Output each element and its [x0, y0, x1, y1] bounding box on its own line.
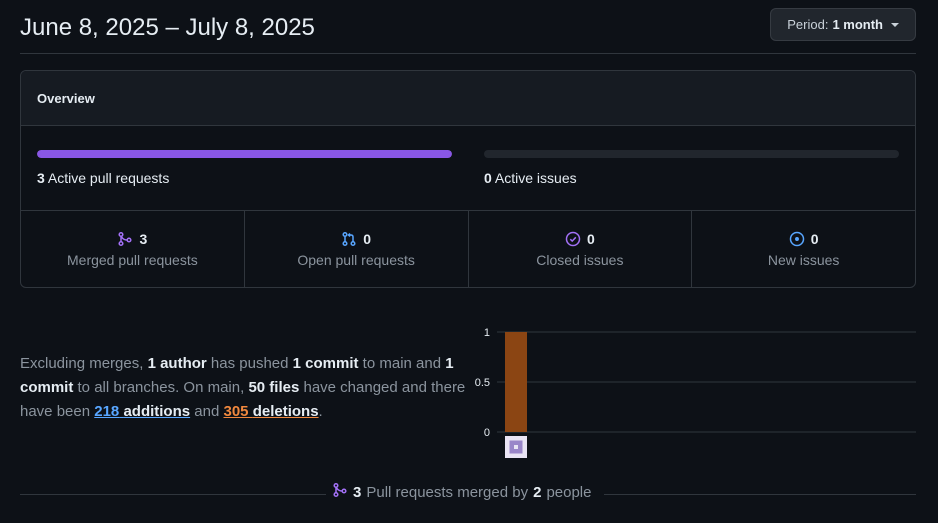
activity-bars: 3 Active pull requests 0 Active issues — [21, 126, 915, 211]
active-pull-requests-text: Active pull requests — [47, 170, 170, 186]
summary-text: to main and — [358, 355, 446, 372]
merged-pull-requests-summary[interactable]: 3 Pull requests merged by 2 people — [326, 482, 598, 502]
merged-pull-requests-count: 3 — [139, 231, 148, 247]
commits-main-count: 1 commit — [292, 355, 359, 372]
new-issues-count: 0 — [810, 231, 819, 247]
period-prefix: Period: — [787, 17, 829, 32]
issue-closed-icon — [565, 231, 581, 247]
identicon-icon — [505, 436, 527, 458]
closed-issues-count: 0 — [586, 231, 595, 247]
stat-merged-pull-requests[interactable]: 3 Merged pull requests — [21, 211, 245, 287]
summary-text: to all branches. On main, — [73, 379, 249, 396]
page-header: June 8, 2025 – July 8, 2025 Period: 1 mo… — [20, 0, 916, 54]
additions-link[interactable]: 218 additions — [94, 403, 190, 420]
stat-new-issues[interactable]: 0 New issues — [692, 211, 915, 287]
active-pull-requests-count: 3 — [37, 170, 45, 186]
issues-progress-track — [484, 150, 899, 158]
closed-issues-label: Closed issues — [536, 252, 624, 268]
active-issues[interactable]: 0 Active issues — [484, 150, 899, 186]
chevron-down-icon — [891, 22, 899, 27]
y-tick-label: 0.5 — [475, 377, 490, 389]
merged-pr-count: 3 — [353, 483, 362, 501]
footer-divider-left — [20, 494, 328, 495]
stats-row: 3 Merged pull requests 0 Open pull reque… — [21, 211, 915, 287]
active-issues-label: 0 Active issues — [484, 170, 899, 186]
summary-text: Excluding merges, — [20, 355, 148, 372]
active-issues-text: Active issues — [494, 170, 577, 186]
commit-summary: Excluding merges, 1 author has pushed 1 … — [20, 352, 475, 424]
summary-text: . — [318, 403, 323, 420]
author-count: 1 author — [147, 355, 207, 372]
period-value: 1 month — [832, 17, 883, 32]
merge-icon — [117, 231, 133, 247]
merge-icon — [332, 482, 348, 502]
additions-count: 218 — [94, 403, 120, 420]
y-tick-label: 1 — [484, 327, 490, 339]
people-text: people — [546, 483, 592, 501]
open-pull-requests-label: Open pull requests — [297, 252, 415, 268]
active-issues-count: 0 — [484, 170, 492, 186]
avatar[interactable] — [505, 436, 527, 458]
stat-open-pull-requests[interactable]: 0 Open pull requests — [245, 211, 469, 287]
summary-text: has pushed — [206, 355, 293, 372]
active-pull-requests[interactable]: 3 Active pull requests — [37, 150, 452, 186]
pull-request-icon — [341, 231, 357, 247]
period-dropdown-button[interactable]: Period: 1 month — [770, 8, 916, 41]
y-tick-label: 0 — [484, 427, 490, 439]
open-pull-requests-count: 0 — [363, 231, 372, 247]
merged-by-text: Pull requests merged by — [366, 483, 529, 501]
new-issues-label: New issues — [767, 252, 840, 268]
files-changed-count: 50 files — [248, 379, 300, 396]
deletions-word: deletions — [252, 403, 319, 420]
pull-requests-progress-track — [37, 150, 452, 158]
deletions-count: 305 — [223, 403, 249, 420]
pull-requests-progress-fill — [37, 150, 452, 158]
overview-title: Overview — [21, 71, 915, 126]
overview-panel: Overview 3 Active pull requests 0 Active… — [20, 70, 916, 288]
deletions-link[interactable]: 305 deletions — [223, 403, 318, 420]
commit-bar[interactable] — [505, 332, 527, 432]
issue-opened-icon — [789, 231, 805, 247]
summary-text: and — [190, 403, 224, 420]
merged-pull-requests-label: Merged pull requests — [67, 252, 198, 268]
date-range-title: June 8, 2025 – July 8, 2025 — [20, 14, 315, 41]
active-pull-requests-label: 3 Active pull requests — [37, 170, 452, 186]
stat-closed-issues[interactable]: 0 Closed issues — [469, 211, 693, 287]
additions-word: additions — [123, 403, 191, 420]
footer-divider-right — [604, 494, 916, 495]
people-count: 2 — [533, 483, 542, 501]
